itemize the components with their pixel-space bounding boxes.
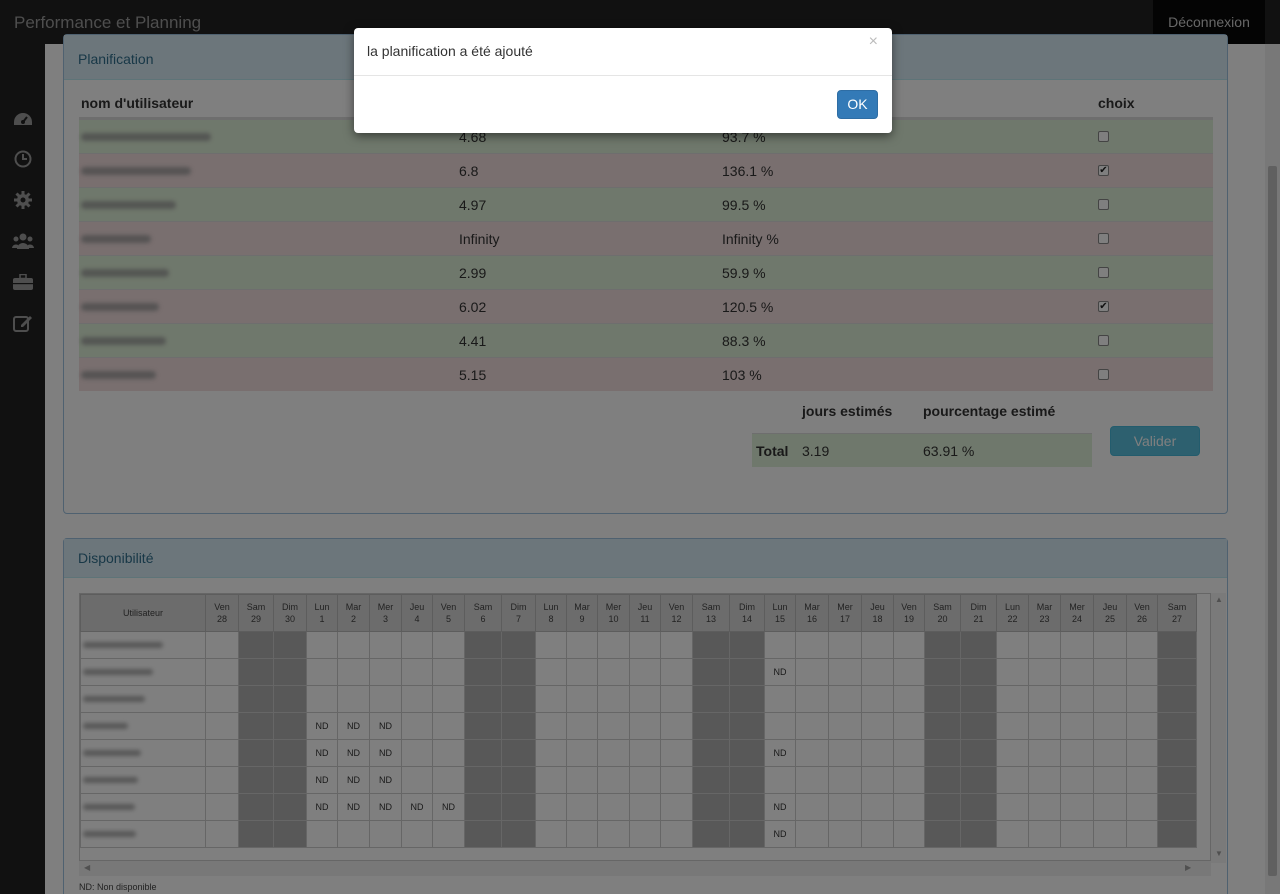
confirmation-dialog: la planification a été ajouté × OK [354, 28, 892, 133]
ok-button[interactable]: OK [837, 90, 878, 119]
dialog-message: la planification a été ajouté [367, 43, 533, 59]
modal-backdrop[interactable] [0, 0, 1280, 894]
dialog-divider [354, 75, 892, 76]
close-icon[interactable]: × [869, 33, 878, 51]
